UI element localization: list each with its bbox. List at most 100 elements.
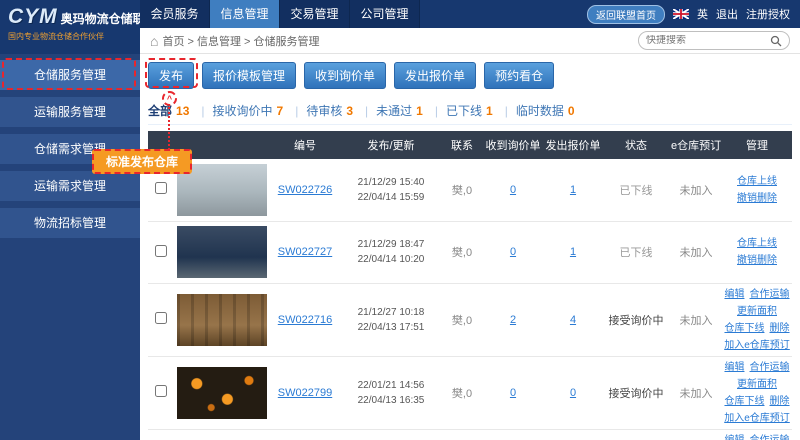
inquiries-count-link[interactable]: 2 <box>510 314 516 326</box>
toolbar: 发布报价模板管理收到询价单发出报价单预约看仓 <box>148 62 792 89</box>
search-icon[interactable] <box>770 35 782 47</box>
search-box <box>638 31 790 50</box>
publish-update-dates: 22/01/21 14:5622/04/13 16:35 <box>340 356 442 429</box>
status-text: 接受询价中 <box>602 283 670 356</box>
warehouse-thumbnail <box>177 367 267 419</box>
logo-tagline: 国内专业物流仓储合作伙伴 <box>8 31 132 42</box>
nav-tab-3[interactable]: 公司管理 <box>350 0 420 28</box>
quotes-count-link[interactable]: 1 <box>570 246 576 258</box>
status-text: 接受询价中 <box>602 429 670 440</box>
row-checkbox[interactable] <box>155 182 167 194</box>
row-checkbox[interactable] <box>155 385 167 397</box>
action-link[interactable]: 合作运输 <box>750 435 790 440</box>
table-row: SW02272721/12/29 18:4722/04/14 10:20樊,00… <box>148 221 792 283</box>
contact-cell: 樊,0 <box>442 159 482 221</box>
action-link[interactable]: 合作运输 <box>750 289 790 300</box>
quotes-count-link[interactable]: 0 <box>570 387 576 399</box>
column-header: 联系 <box>442 131 482 159</box>
row-checkbox[interactable] <box>155 245 167 257</box>
action-link[interactable]: 编辑 <box>724 289 744 300</box>
filter-tab-2[interactable]: 待审核3 <box>306 102 376 119</box>
ewarehouse-status: 未加入 <box>670 283 722 356</box>
table-row: SW02279822/01/21 14:29樊,000接受询价中未加入编辑 合作… <box>148 429 792 440</box>
table-row: SW022726 21/12/29 15:4022/04/14 15:59樊,0 0… <box>148 159 792 221</box>
sidebar-item-3[interactable]: 运输需求管理 <box>0 171 140 201</box>
inquiries-count-link[interactable]: 0 <box>510 246 516 258</box>
warehouse-id-link[interactable]: SW022726 <box>278 184 332 196</box>
action-link[interactable]: 编辑 <box>724 362 744 373</box>
action-link[interactable]: 撤销删除 <box>737 255 777 266</box>
action-link[interactable]: 仓库上线 <box>737 176 777 187</box>
nav-tab-2[interactable]: 交易管理 <box>280 0 350 28</box>
column-header: 发布/更新 <box>340 131 442 159</box>
quotes-count-link[interactable]: 1 <box>570 184 576 196</box>
row-checkbox[interactable] <box>155 312 167 324</box>
publish-update-dates: 21/12/29 15:4022/04/14 15:59 <box>340 159 442 221</box>
publish-update-dates: 21/12/27 10:1822/04/13 17:51 <box>340 283 442 356</box>
column-header: 状态 <box>602 131 670 159</box>
filter-tab-4[interactable]: 已下线1 <box>446 102 516 119</box>
uk-flag-icon <box>673 9 689 19</box>
column-header: 编号 <box>270 131 340 159</box>
column-header: e仓库预订 <box>670 131 722 159</box>
search-input[interactable] <box>646 35 770 46</box>
action-link[interactable]: 删除 <box>770 396 790 407</box>
management-actions: 仓库上线 撤销删除 <box>722 159 792 221</box>
action-link[interactable]: 更新面积 <box>737 379 777 390</box>
status-text: 已下线 <box>602 221 670 283</box>
ewarehouse-status: 未加入 <box>670 159 722 221</box>
language-link[interactable]: 英 <box>697 6 708 22</box>
warehouse-id-link[interactable]: SW022727 <box>278 246 332 258</box>
ewarehouse-status: 未加入 <box>670 356 722 429</box>
nav-tab-1[interactable]: 信息管理 <box>210 0 280 28</box>
filter-tab-3[interactable]: 未通过1 <box>376 102 446 119</box>
logo-title: 奥玛物流仓储联盟 <box>61 10 140 27</box>
warehouse-thumbnail <box>177 164 267 216</box>
warehouse-id-link[interactable]: SW022716 <box>278 314 332 326</box>
topbar: 会员服务信息管理交易管理公司管理 返回联盟首页 英 退出 注册授权 <box>140 0 800 28</box>
toolbar-button-1[interactable]: 报价模板管理 <box>202 62 296 89</box>
inquiries-count-link[interactable]: 0 <box>510 387 516 399</box>
action-link[interactable]: 加入e仓库预订 <box>724 340 790 351</box>
sidebar-item-4[interactable]: 物流招标管理 <box>0 208 140 238</box>
management-actions: 编辑 合作运输 更新面积 仓库下线 删除 加入e仓库预订 <box>722 356 792 429</box>
toolbar-button-3[interactable]: 发出报价单 <box>394 62 476 89</box>
management-actions: 仓库上线 撤销删除 <box>722 221 792 283</box>
breadcrumb: 首页 > 信息管理 > 仓储服务管理 <box>162 33 319 49</box>
top-nav: 会员服务信息管理交易管理公司管理 <box>140 0 420 28</box>
action-link[interactable]: 加入e仓库预订 <box>724 413 790 424</box>
back-home-button[interactable]: 返回联盟首页 <box>587 5 665 24</box>
logout-link[interactable]: 退出 <box>716 6 738 22</box>
toolbar-button-4[interactable]: 预约看仓 <box>484 62 554 89</box>
sidebar-item-0[interactable]: 仓储服务管理 <box>0 60 140 90</box>
quotes-count-link[interactable]: 4 <box>570 314 576 326</box>
ewarehouse-status: 未加入 <box>670 429 722 440</box>
sidebar-item-1[interactable]: 运输服务管理 <box>0 97 140 127</box>
filter-tab-0[interactable]: 全部13 <box>148 102 213 119</box>
action-link[interactable]: 撤销删除 <box>737 193 777 204</box>
action-link[interactable]: 仓库下线 <box>724 396 764 407</box>
sidebar-nav: 仓储服务管理运输服务管理仓储需求管理运输需求管理物流招标管理 <box>0 54 140 238</box>
logo-mark: CYM <box>8 5 58 29</box>
contact-cell: 樊,0 <box>442 283 482 356</box>
toolbar-button-0[interactable]: 发布 <box>148 62 194 89</box>
action-link[interactable]: 编辑 <box>724 435 744 440</box>
action-link[interactable]: 仓库上线 <box>737 238 777 249</box>
contact-cell: 樊,0 <box>442 221 482 283</box>
filter-tab-1[interactable]: 接收询价中7 <box>213 102 307 119</box>
filter-tabs: 全部13接收询价中7待审核3未通过1已下线1临时数据0 <box>148 102 792 125</box>
action-link[interactable]: 更新面积 <box>737 306 777 317</box>
action-link[interactable]: 合作运输 <box>750 362 790 373</box>
action-link[interactable]: 仓库下线 <box>724 323 764 334</box>
filter-tab-5[interactable]: 临时数据0 <box>516 102 575 119</box>
inquiries-count-link[interactable]: 0 <box>510 184 516 196</box>
sidebar-item-2[interactable]: 仓储需求管理 <box>0 134 140 164</box>
column-header: 收到询价单 <box>482 131 544 159</box>
toolbar-button-2[interactable]: 收到询价单 <box>304 62 386 89</box>
warehouse-id-link[interactable]: SW022799 <box>278 387 332 399</box>
table-row: SW02279922/01/21 14:5622/04/13 16:35樊,00… <box>148 356 792 429</box>
nav-tab-0[interactable]: 会员服务 <box>140 0 210 28</box>
table-row: SW022716 21/12/27 10:1822/04/13 17:51樊,0 2… <box>148 283 792 356</box>
action-link[interactable]: 删除 <box>770 323 790 334</box>
register-auth-link[interactable]: 注册授权 <box>746 6 790 22</box>
